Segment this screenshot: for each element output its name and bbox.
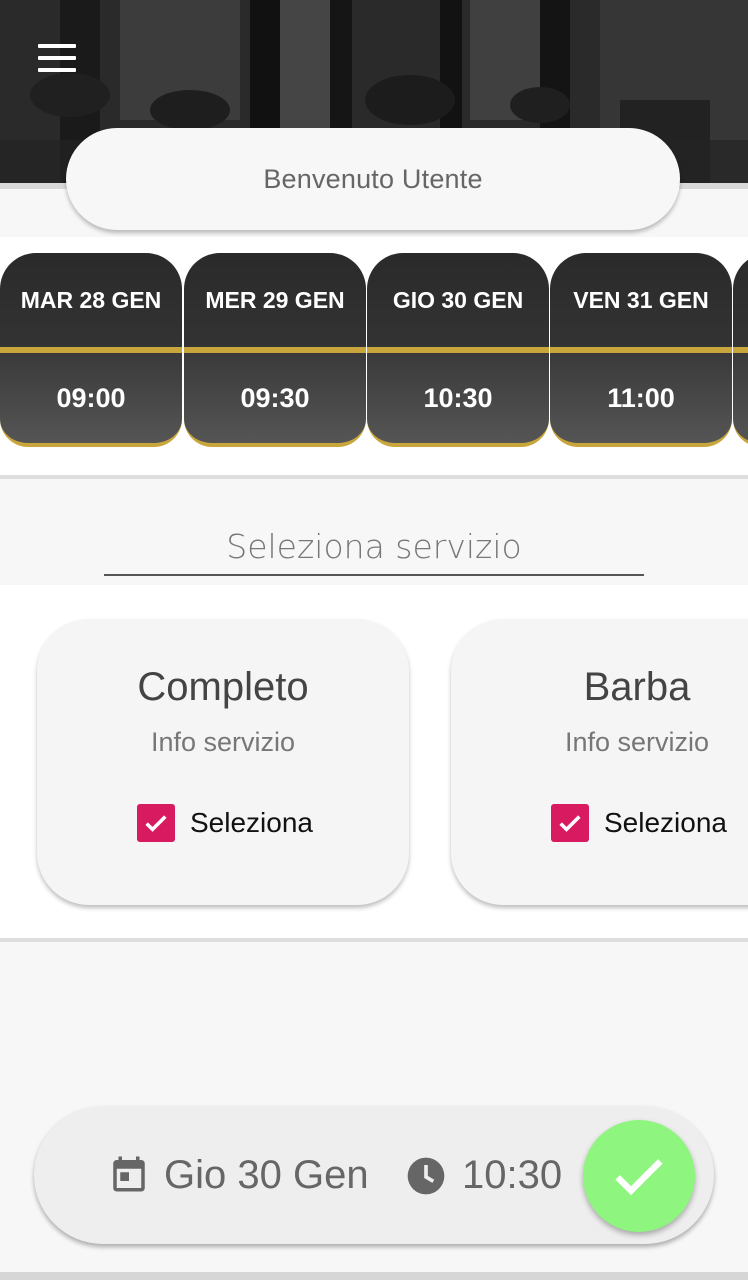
check-icon — [615, 1159, 663, 1196]
clock-icon — [407, 1157, 445, 1195]
welcome-banner: Benvenuto Utente — [66, 128, 680, 230]
time-slot-scroller[interactable]: MAR 28 GEN 09:00 MER 29 GEN 09:30 GIO 30… — [0, 237, 748, 475]
service-info-link[interactable]: Info servizio — [451, 727, 748, 758]
section-divider — [0, 938, 748, 942]
service-name: Completo — [137, 665, 309, 709]
service-card-scroller[interactable]: Completo Info servizio Seleziona Barba I… — [0, 585, 748, 940]
time-slot[interactable]: MER 29 GEN 09:30 — [184, 253, 366, 447]
service-section-title: Seleziona servizio — [104, 522, 644, 576]
time-slot[interactable]: GIO 30 GEN 10:30 — [367, 253, 549, 447]
bottom-edge — [0, 1272, 748, 1280]
confirm-booking-button[interactable] — [583, 1120, 695, 1232]
hamburger-menu-icon[interactable] — [36, 40, 80, 76]
calendar-icon — [113, 1156, 145, 1192]
slot-time-label: 09:00 — [0, 353, 182, 447]
slot-time-label: 09:30 — [184, 353, 366, 447]
service-card[interactable]: Barba Info servizio Seleziona — [451, 619, 748, 905]
time-slot[interactable]: VEN 31 GEN 11:00 — [550, 253, 732, 447]
slot-day-label: MER 29 GEN — [184, 253, 366, 347]
selected-time: 10:30 — [462, 1153, 563, 1197]
slot-time-label: 11:00 — [550, 353, 732, 447]
checkbox-label: Seleziona — [190, 807, 313, 838]
section-divider — [0, 475, 748, 479]
service-select-checkbox[interactable]: Seleziona — [137, 803, 313, 843]
slot-day-label: MAR 28 GEN — [0, 253, 182, 347]
checkbox-label: Seleziona — [604, 807, 727, 838]
service-info-link[interactable]: Info servizio — [37, 727, 409, 758]
slot-time-label: 10:30 — [367, 353, 549, 447]
time-slot-partial[interactable] — [733, 253, 748, 447]
service-card[interactable]: Completo Info servizio Seleziona — [37, 619, 409, 905]
service-select-checkbox[interactable]: Seleziona — [551, 803, 727, 843]
slot-day-label: VEN 31 GEN — [550, 253, 732, 347]
selected-date: Gio 30 Gen — [164, 1153, 369, 1197]
time-slot[interactable]: MAR 28 GEN 09:00 — [0, 253, 182, 447]
slot-day-label — [733, 253, 748, 347]
slot-time-label — [733, 353, 748, 447]
service-name: Barba — [583, 665, 691, 709]
checkbox-checked-icon[interactable] — [137, 804, 175, 842]
slot-day-label: GIO 30 GEN — [367, 253, 549, 347]
checkbox-checked-icon[interactable] — [551, 804, 589, 842]
